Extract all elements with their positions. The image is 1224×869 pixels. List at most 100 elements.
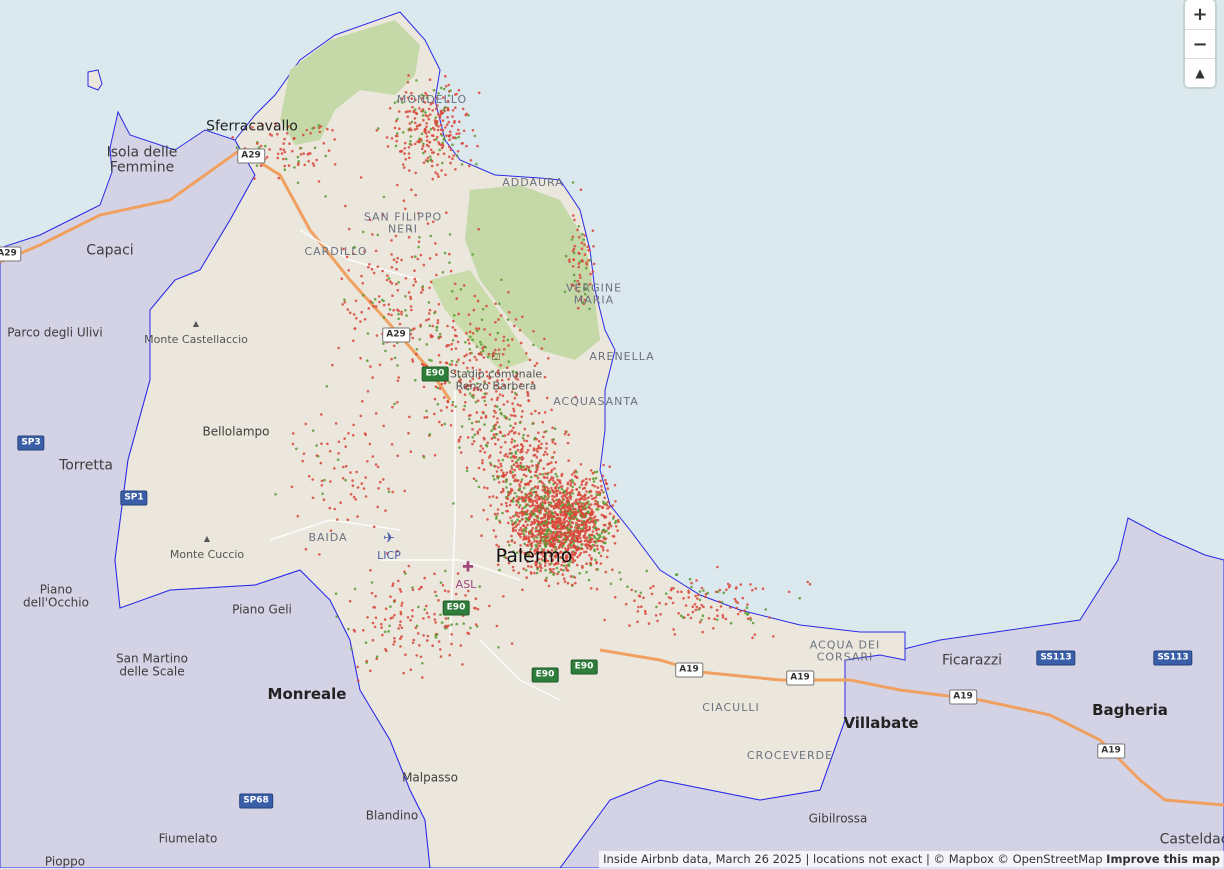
listing-dot: [594, 476, 598, 480]
listing-dot: [448, 381, 451, 384]
listing-dot: [498, 568, 501, 572]
listing-dot: [512, 569, 515, 572]
listing-dot: [588, 282, 592, 286]
listing-dot: [552, 507, 556, 510]
listing-dot: [606, 549, 609, 552]
listing-dot: [554, 536, 557, 539]
listing-dot: [535, 506, 538, 510]
listing-dot: [535, 362, 539, 365]
listing-dot: [546, 493, 550, 496]
listing-dot: [619, 578, 623, 581]
listing-dot: [735, 586, 738, 589]
listing-dot: [509, 414, 513, 417]
listing-dot: [435, 273, 438, 277]
listing-dot: [435, 329, 438, 332]
listing-dot: [454, 405, 458, 408]
listing-dot: [449, 89, 452, 92]
listing-dot: [444, 85, 448, 88]
listing-dot: [611, 504, 614, 507]
listing-dot: [393, 599, 397, 602]
listing-dot: [501, 487, 505, 491]
listing-dot: [515, 495, 519, 498]
listing-dot: [518, 520, 522, 523]
listing-dot: [672, 587, 675, 590]
listing-dot: [366, 332, 370, 335]
listing-dot: [534, 496, 537, 499]
listing-dot: [707, 617, 711, 620]
listing-dot: [274, 122, 277, 126]
listing-dot: [550, 553, 554, 557]
listing-dot: [570, 553, 574, 556]
listing-dot: [512, 526, 515, 530]
improve-map-link[interactable]: Improve this map: [1106, 852, 1220, 866]
listing-dot: [570, 473, 574, 476]
zoom-in-button[interactable]: +: [1185, 0, 1215, 29]
listing-dot: [520, 415, 523, 419]
listing-dot: [529, 494, 533, 498]
listing-dot: [720, 601, 724, 604]
listing-dot: [527, 469, 531, 472]
listing-dot: [410, 120, 414, 124]
map-canvas[interactable]: Sferracavallo Isola delle Femmine Capaci…: [0, 0, 1224, 868]
listing-dot: [539, 527, 542, 530]
listing-dot: [469, 335, 472, 339]
listing-dot: [522, 533, 526, 536]
listing-dot: [407, 564, 411, 568]
listing-dot: [510, 519, 514, 523]
listing-dot: [574, 581, 577, 585]
listing-dot: [320, 413, 323, 416]
listing-dot: [500, 491, 503, 494]
listing-dot: [437, 302, 441, 306]
listing-dot: [602, 491, 605, 494]
listing-dot: [386, 145, 390, 148]
listing-dot: [359, 176, 363, 179]
compass-reset-button[interactable]: ▲: [1185, 58, 1215, 87]
listing-dot: [363, 318, 367, 321]
listing-dot: [594, 558, 597, 562]
listing-dot: [420, 291, 423, 294]
listing-dot: [496, 379, 499, 382]
listing-dot: [486, 486, 489, 490]
listing-dot: [372, 605, 375, 609]
listing-dot: [465, 469, 469, 473]
zoom-out-button[interactable]: −: [1185, 29, 1215, 58]
listing-dot: [578, 553, 581, 557]
listing-dot: [264, 144, 267, 148]
listing-dot: [518, 467, 521, 471]
listing-dot: [596, 568, 600, 571]
listing-dot: [364, 495, 368, 498]
listing-dot: [605, 529, 608, 533]
listing-dot: [530, 555, 533, 559]
listing-dot: [318, 553, 321, 556]
listing-dot: [751, 588, 754, 592]
listing-dot: [356, 515, 359, 518]
listing-dot: [396, 134, 399, 138]
listing-dot: [404, 295, 407, 298]
listing-dot: [537, 495, 540, 499]
listing-dot: [333, 138, 336, 141]
listing-dot: [354, 299, 358, 303]
listing-dot: [576, 509, 580, 512]
listing-dot: [545, 453, 549, 456]
listing-dot: [531, 511, 535, 514]
listing-dot: [572, 511, 576, 514]
listing-dot: [467, 338, 470, 342]
listing-dot: [633, 599, 636, 602]
listing-dot: [628, 624, 631, 627]
listing-dot: [589, 259, 592, 262]
listing-dot: [343, 298, 346, 302]
listing-dot: [567, 459, 570, 462]
listing-dot: [545, 430, 548, 433]
listing-dot: [555, 566, 559, 570]
listing-dot: [425, 343, 429, 346]
listing-dot: [293, 166, 296, 169]
listing-dot: [511, 474, 515, 478]
listing-dot: [514, 455, 518, 459]
listing-dot: [365, 659, 369, 663]
listing-dot: [440, 423, 444, 427]
listing-dot: [535, 515, 539, 519]
listing-dot: [451, 400, 455, 404]
listing-dot: [514, 529, 517, 532]
listing-dot: [445, 134, 448, 137]
listing-dot: [393, 126, 397, 130]
